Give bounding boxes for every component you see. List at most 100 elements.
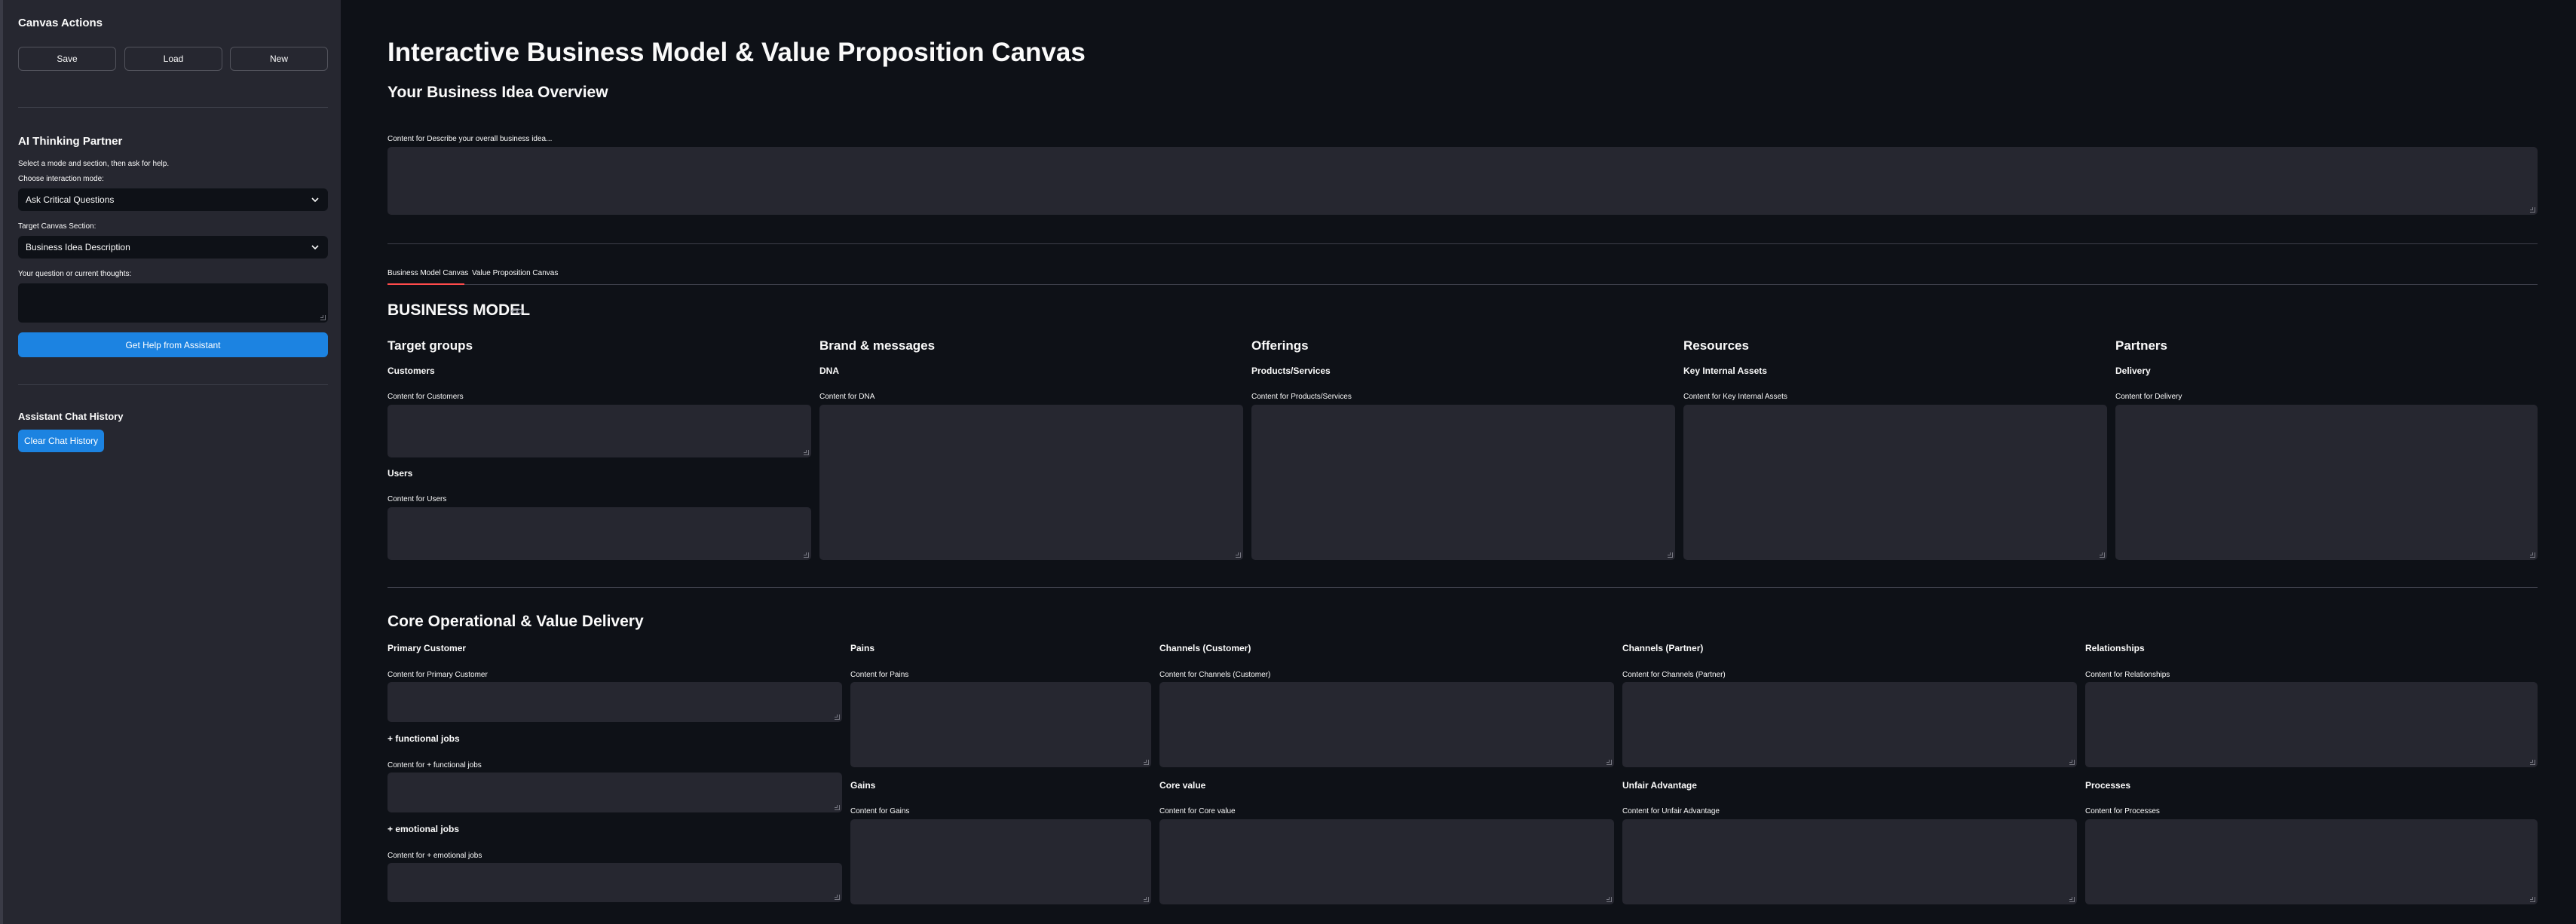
resize-handle-icon[interactable] [835, 805, 840, 810]
customers-textarea[interactable] [387, 405, 811, 457]
processes-label: Content for Processes [2085, 807, 2160, 815]
relationships-subheading: Relationships [2085, 643, 2145, 653]
resources-heading: Resources [1683, 338, 1749, 353]
tab-active-indicator [387, 283, 464, 285]
primary-customer-textarea[interactable] [387, 682, 842, 722]
products-services-textarea[interactable] [1251, 405, 1675, 560]
unfair-advantage-label: Content for Unfair Advantage [1622, 807, 1720, 815]
primary-customer-label: Content for Primary Customer [387, 671, 488, 679]
core-operational-heading: Core Operational & Value Delivery [387, 613, 644, 630]
channels-partner-subheading: Channels (Partner) [1622, 643, 1704, 653]
products-services-subheading: Products/Services [1251, 366, 1331, 376]
core-value-label: Content for Core value [1159, 807, 1236, 815]
resize-handle-icon[interactable] [835, 895, 840, 900]
chevron-down-icon [311, 245, 319, 250]
tab-business-model-canvas[interactable]: Business Model Canvas [387, 269, 468, 277]
section-select-value: Business Idea Description [26, 242, 130, 252]
delivery-subheading: Delivery [2115, 366, 2151, 376]
overview-textarea[interactable] [387, 147, 2538, 215]
sidebar-divider [18, 107, 328, 108]
mode-select-value: Ask Critical Questions [26, 194, 115, 205]
functional-jobs-textarea[interactable] [387, 773, 842, 812]
mode-select[interactable]: Ask Critical Questions [18, 188, 328, 211]
relationships-textarea[interactable] [2085, 682, 2538, 767]
relationships-label: Content for Relationships [2085, 671, 2170, 679]
page-title: Interactive Business Model & Value Propo… [387, 38, 1086, 67]
resize-handle-icon[interactable] [2069, 760, 2075, 765]
tab-bar-border [387, 284, 2538, 285]
offerings-heading: Offerings [1251, 338, 1309, 353]
channels-partner-label: Content for Channels (Partner) [1622, 671, 1726, 679]
resize-handle-icon[interactable] [2530, 207, 2535, 213]
resize-handle-icon[interactable] [2069, 897, 2075, 902]
get-help-button[interactable]: Get Help from Assistant [18, 332, 328, 357]
tab-value-proposition-canvas[interactable]: Value Proposition Canvas [472, 269, 558, 277]
resize-handle-icon[interactable] [1236, 552, 1241, 558]
link-icon[interactable] [511, 306, 523, 317]
channels-partner-textarea[interactable] [1622, 682, 2077, 767]
save-button[interactable]: Save [18, 47, 116, 71]
resize-handle-icon[interactable] [2530, 552, 2535, 558]
core-value-subheading: Core value [1159, 780, 1206, 791]
channels-customer-textarea[interactable] [1159, 682, 1614, 767]
sidebar-divider [18, 384, 328, 385]
resize-handle-icon[interactable] [804, 552, 809, 558]
processes-textarea[interactable] [2085, 819, 2538, 904]
resize-handle-icon[interactable] [1144, 760, 1149, 765]
target-groups-heading: Target groups [387, 338, 473, 353]
users-textarea[interactable] [387, 507, 811, 560]
key-internal-assets-subheading: Key Internal Assets [1683, 366, 1767, 376]
customers-label: Content for Customers [387, 393, 464, 401]
delivery-textarea[interactable] [2115, 405, 2538, 560]
question-input[interactable] [18, 283, 328, 323]
canvas-actions-heading: Canvas Actions [18, 17, 103, 29]
dna-subheading: DNA [819, 366, 839, 376]
resize-handle-icon[interactable] [1144, 897, 1149, 902]
key-internal-assets-textarea[interactable] [1683, 405, 2107, 560]
gains-textarea[interactable] [850, 819, 1151, 904]
brand-messages-heading: Brand & messages [819, 338, 936, 353]
users-label: Content for Users [387, 495, 447, 503]
new-button[interactable]: New [230, 47, 328, 71]
gains-label: Content for Gains [850, 807, 910, 815]
section-select[interactable]: Business Idea Description [18, 236, 328, 259]
processes-subheading: Processes [2085, 780, 2131, 791]
core-value-textarea[interactable] [1159, 819, 1614, 904]
emotional-jobs-subheading: + emotional jobs [387, 824, 460, 834]
channels-customer-subheading: Channels (Customer) [1159, 643, 1251, 653]
load-button[interactable]: Load [124, 47, 222, 71]
functional-jobs-subheading: + functional jobs [387, 733, 460, 744]
resize-handle-icon[interactable] [804, 450, 809, 455]
pains-textarea[interactable] [850, 682, 1151, 767]
resize-handle-icon[interactable] [2100, 552, 2105, 558]
channels-customer-label: Content for Channels (Customer) [1159, 671, 1271, 679]
main-content: Interactive Business Model & Value Propo… [341, 0, 2576, 924]
gains-subheading: Gains [850, 780, 876, 791]
business-model-heading: BUSINESS MODEL [387, 301, 531, 319]
resize-handle-icon[interactable] [320, 315, 326, 320]
clear-chat-history-button[interactable]: Clear Chat History [18, 430, 104, 452]
section-divider [387, 587, 2538, 588]
dna-textarea[interactable] [819, 405, 1243, 560]
emotional-jobs-label: Content for + emotional jobs [387, 852, 482, 860]
unfair-advantage-textarea[interactable] [1622, 819, 2077, 904]
resize-handle-icon[interactable] [1607, 897, 1612, 902]
dna-label: Content for DNA [819, 393, 875, 401]
resize-handle-icon[interactable] [2530, 897, 2535, 902]
resize-handle-icon[interactable] [1668, 552, 1673, 558]
section-label: Target Canvas Section: [18, 222, 96, 231]
pains-label: Content for Pains [850, 671, 909, 679]
primary-customer-subheading: Primary Customer [387, 643, 467, 653]
ai-partner-heading: AI Thinking Partner [18, 135, 123, 148]
question-label: Your question or current thoughts: [18, 270, 132, 278]
partners-heading: Partners [2115, 338, 2167, 353]
key-internal-assets-label: Content for Key Internal Assets [1683, 393, 1787, 401]
chat-history-heading: Assistant Chat History [18, 411, 124, 422]
pains-subheading: Pains [850, 643, 875, 653]
emotional-jobs-textarea[interactable] [387, 863, 842, 902]
resize-handle-icon[interactable] [2530, 760, 2535, 765]
products-services-label: Content for Products/Services [1251, 393, 1352, 401]
resize-handle-icon[interactable] [1607, 760, 1612, 765]
resize-handle-icon[interactable] [835, 714, 840, 720]
customers-subheading: Customers [387, 366, 435, 376]
